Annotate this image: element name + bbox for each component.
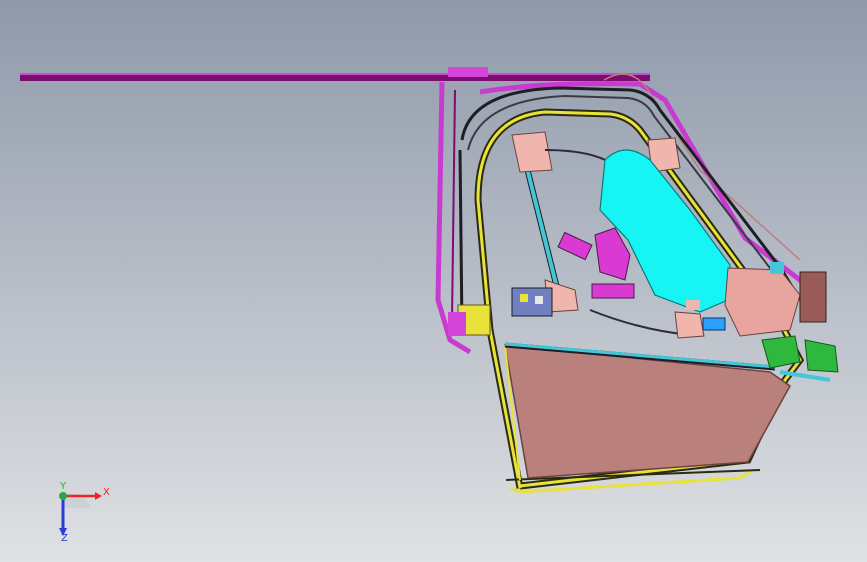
coordinate-triad: X Y Z <box>40 478 120 548</box>
y-axis-dot <box>59 492 67 500</box>
y-axis-label: Y <box>60 481 67 492</box>
cad-viewport[interactable]: X Y Z <box>0 0 867 562</box>
z-axis-label: Z <box>61 533 68 544</box>
x-axis-label: X <box>103 487 110 498</box>
x-axis-arrow <box>95 492 102 500</box>
door-assembly-model[interactable] <box>0 0 867 562</box>
inner-handle-bracket[interactable] <box>511 287 553 317</box>
